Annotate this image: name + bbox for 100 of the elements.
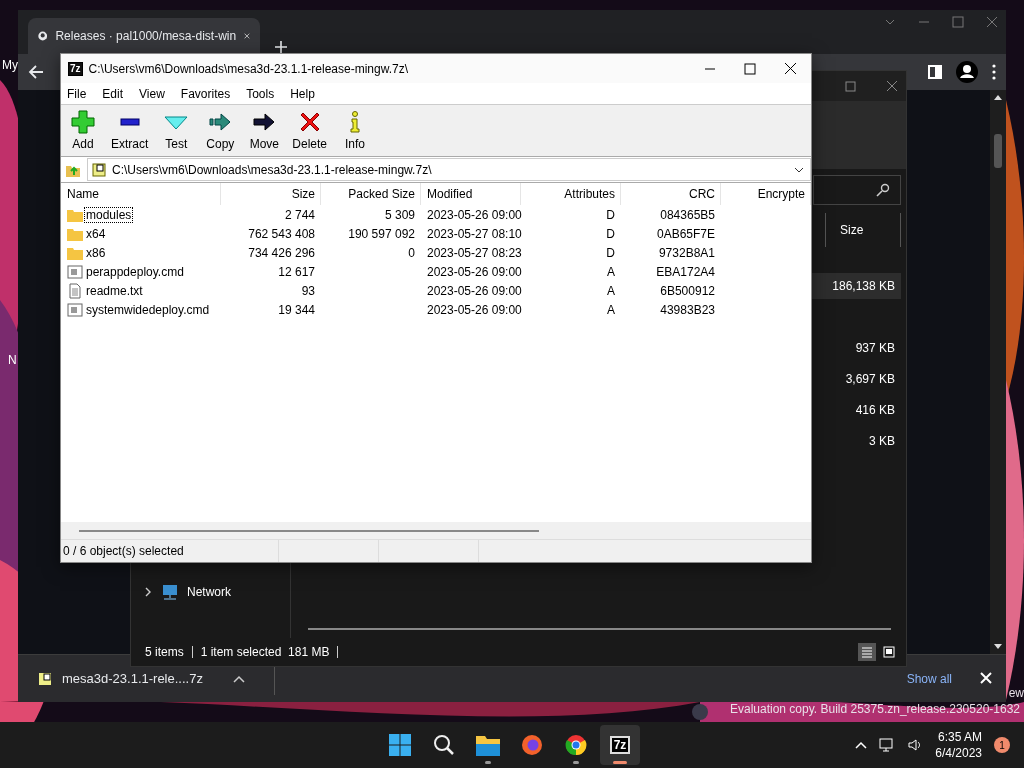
file-name: perappdeploy.cmd xyxy=(85,264,185,279)
file-name: x86 xyxy=(85,245,107,260)
search-field[interactable] xyxy=(813,175,901,205)
fox-globe-icon xyxy=(521,734,543,756)
toolbar-button[interactable]: Copy xyxy=(202,110,239,151)
file-row[interactable]: modules 2 744 5 309 2023-05-26 09:00 D 084365B5 xyxy=(61,205,811,224)
tile-icon xyxy=(883,646,895,658)
toolbar-button[interactable]: Add xyxy=(65,110,101,151)
search-icon xyxy=(433,734,455,756)
menu-item[interactable]: View xyxy=(139,86,165,101)
file-row[interactable]: x86 734 426 296 0 2023-05-27 08:23 D 9732B8A1 xyxy=(61,243,811,262)
file-row[interactable]: readme.txt 93 2023-05-26 09:00 A 6B500912 xyxy=(61,281,811,300)
column-header[interactable]: Modified xyxy=(421,183,521,205)
folder-icon xyxy=(67,207,83,222)
column-header[interactable]: Encrypte xyxy=(721,183,811,205)
file-name: systemwidedeploy.cmd xyxy=(85,302,211,317)
menu-item[interactable]: Tools xyxy=(246,86,275,101)
table-cell-text: 2 744 xyxy=(283,206,316,224)
column-header[interactable]: Size xyxy=(221,183,321,205)
table-cell-text: 43983B23 xyxy=(659,301,716,319)
nav-item[interactable]: Network xyxy=(131,584,290,600)
desktop-icon-label: N xyxy=(8,353,17,367)
toolbar-button[interactable]: Test xyxy=(158,110,195,151)
clock-time[interactable]: 6:35 AM xyxy=(937,729,982,745)
selection-info: 1 item selected 181 MB xyxy=(200,645,330,659)
scrollbar-thumb[interactable] xyxy=(994,134,1002,168)
plus-icon xyxy=(71,110,95,134)
table-cell-text: 190 597 092 xyxy=(347,225,416,243)
tiles-view-button[interactable] xyxy=(880,643,898,661)
menu-item[interactable]: Edit xyxy=(102,86,124,101)
network-icon xyxy=(161,584,179,600)
file-size[interactable]: 3,697 KB xyxy=(811,366,901,392)
menu-item[interactable]: Help xyxy=(290,86,315,101)
menu-item[interactable]: Favorites xyxy=(180,86,231,101)
file-size[interactable]: 3 KB xyxy=(811,428,901,454)
close-icon xyxy=(986,16,998,28)
download-filename: mesa3d-23.1.1-rele....7z xyxy=(62,671,203,686)
tab-title: Releases · pal1000/mesa-dist-win xyxy=(55,29,237,43)
file-size[interactable]: 186,138 KB xyxy=(811,273,901,299)
file-name: modules xyxy=(85,207,133,222)
scrollbar[interactable] xyxy=(990,90,1006,654)
evaluation-notice: Evaluation copy. Build 25375.zn_release.230520-1632 xyxy=(730,702,1020,716)
path-field[interactable]: C:\Users\vm6\Downloads\mesa3d-23.1.1-release-mingw.7z\ xyxy=(87,158,811,181)
toolbar-button[interactable]: Move xyxy=(246,110,283,151)
windows-logo-icon xyxy=(388,733,412,757)
monitor-icon xyxy=(879,737,896,753)
evaluation-notice: ew xyxy=(1008,686,1024,700)
chrome-wheel-icon xyxy=(565,734,587,756)
scrollbar[interactable] xyxy=(308,628,891,630)
close-icon xyxy=(980,671,992,684)
menu-item[interactable]: File xyxy=(67,86,87,101)
browser-tab[interactable]: Releases · pal1000/mesa-dist-win xyxy=(28,18,260,54)
arrow-right-icon xyxy=(208,110,233,134)
file-row[interactable]: perappdeploy.cmd 12 617 2023-05-26 09:00 A EBA172A4 xyxy=(61,262,811,281)
close-icon xyxy=(244,31,250,41)
scrollbar[interactable] xyxy=(61,522,811,539)
maximize-icon xyxy=(952,16,964,28)
table-cell-text: D xyxy=(605,244,616,262)
table-cell-text: A xyxy=(606,301,616,319)
maximize-icon xyxy=(744,62,756,75)
file-size[interactable]: 416 KB xyxy=(811,397,901,423)
archive-file-icon xyxy=(92,162,106,177)
close-icon xyxy=(784,62,797,75)
show-all-link[interactable]: Show all xyxy=(906,671,952,686)
table-cell-text: 0 xyxy=(407,244,416,262)
back-arrow-icon xyxy=(28,64,44,80)
app-icon: 7z xyxy=(609,736,631,754)
toolbar-button[interactable]: Info xyxy=(337,110,374,151)
search-icon xyxy=(876,183,890,197)
table-cell-text: 0AB65F7E xyxy=(655,225,716,243)
file-row[interactable]: systemwidedeploy.cmd 19 344 2023-05-26 09:00 A 43983B23 xyxy=(61,300,811,319)
item-count: 5 items xyxy=(145,645,184,659)
status-text: 0 / 6 object(s) selected xyxy=(61,540,279,562)
file-row[interactable]: x64 762 543 408 190 597 092 2023-05-27 08:10 D 0AB65F7E xyxy=(61,224,811,243)
column-header[interactable]: CRC xyxy=(621,183,721,205)
column-header[interactable]: Name xyxy=(61,183,221,205)
table-cell-text: 2023-05-26 09:00 xyxy=(426,206,521,224)
notification-badge[interactable]: 1 xyxy=(994,737,1010,753)
table-cell-text: 12 617 xyxy=(277,263,316,281)
table-cell-text: 19 344 xyxy=(277,301,316,319)
archive-file-icon xyxy=(38,671,52,686)
file-name: x64 xyxy=(85,226,107,241)
folder-icon xyxy=(476,734,500,756)
list-icon xyxy=(861,646,873,658)
script-file-icon xyxy=(67,302,83,317)
desktop-icon-label: My xyxy=(2,58,18,72)
taskbar-app[interactable]: 7z xyxy=(600,725,640,765)
chevron-up-icon xyxy=(855,741,868,749)
table-cell-text: EBA172A4 xyxy=(655,263,716,281)
column-header[interactable]: Size xyxy=(825,213,901,247)
column-header[interactable]: Attributes xyxy=(521,183,621,205)
toolbar-button[interactable]: Extract xyxy=(109,110,151,151)
table-cell-text: 6B500912 xyxy=(659,282,716,300)
table-cell-text: 9732B8A1 xyxy=(657,244,716,262)
clock-date[interactable]: 6/4/2023 xyxy=(935,745,982,761)
file-size[interactable]: 937 KB xyxy=(811,335,901,361)
column-header[interactable]: Packed Size xyxy=(321,183,421,205)
toolbar-button[interactable]: Delete xyxy=(290,110,330,151)
text-file-icon xyxy=(67,282,83,299)
table-cell-text: 5 309 xyxy=(383,206,416,224)
